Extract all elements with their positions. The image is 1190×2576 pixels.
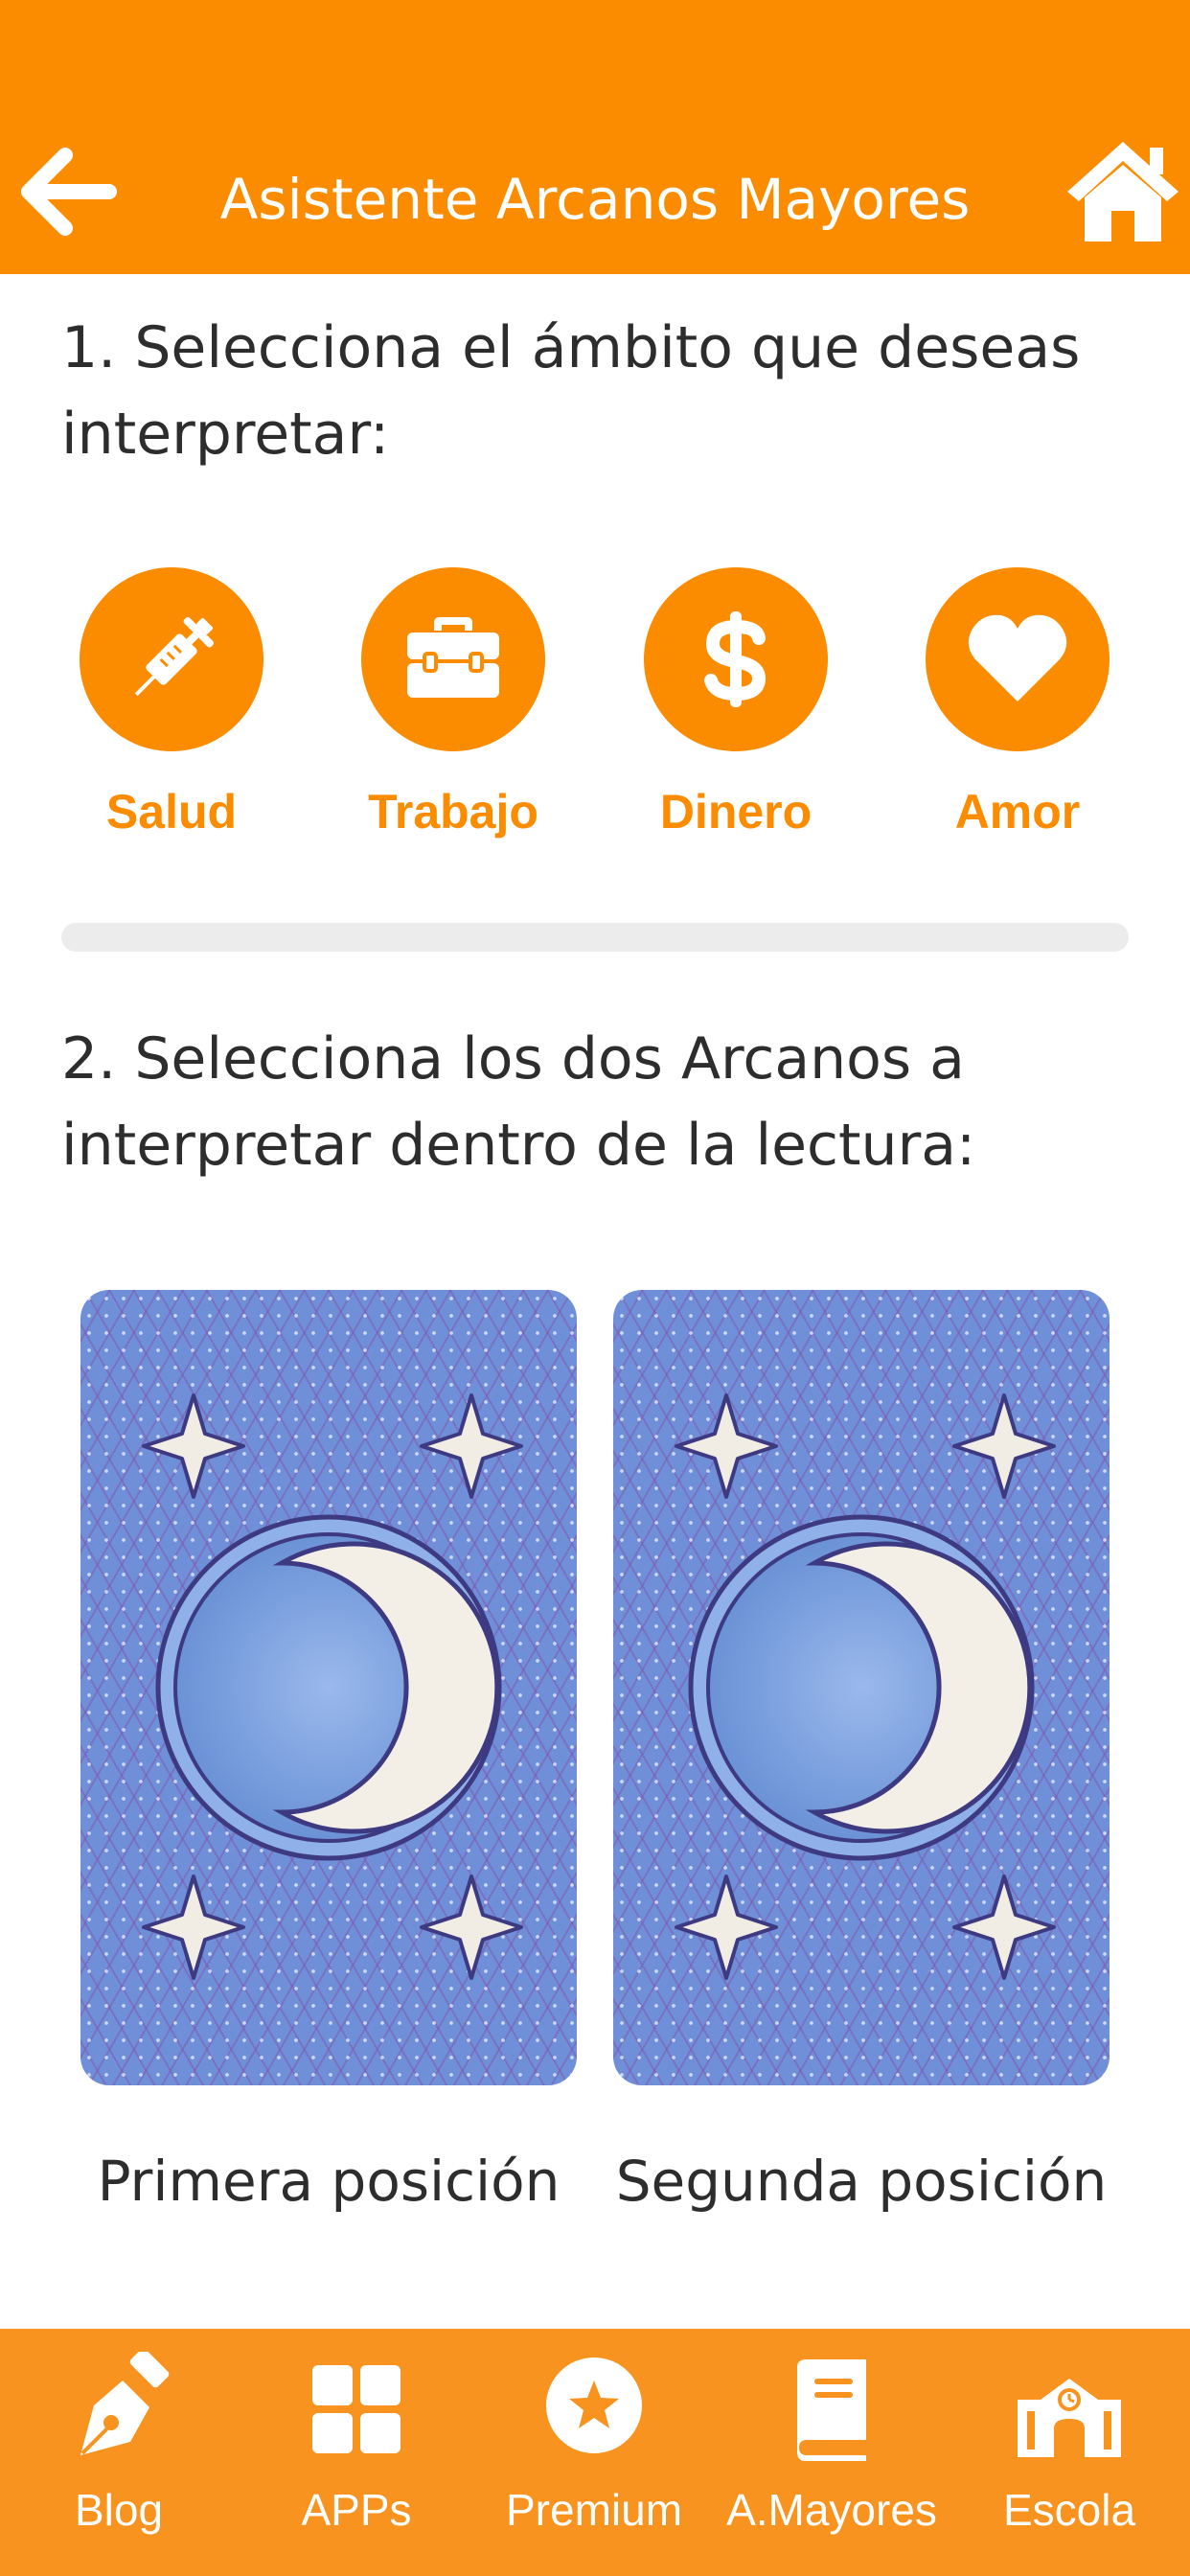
card-second-position[interactable]	[613, 1290, 1110, 2085]
first-position-label: Primera posición	[97, 2149, 561, 2214]
option-dinero[interactable]: Dinero	[621, 567, 851, 840]
section-divider	[61, 923, 1129, 952]
back-button[interactable]	[10, 134, 125, 249]
option-trabajo[interactable]: Trabajo	[338, 567, 568, 840]
nav-premium-label: Premium	[505, 2485, 683, 2535]
option-dinero-label: Dinero	[659, 785, 812, 839]
option-dinero-circle[interactable]	[644, 567, 828, 751]
option-salud-label: Salud	[105, 785, 238, 839]
grid-icon	[312, 2365, 400, 2453]
moon-stars-card-back	[142, 1393, 523, 1980]
book-icon	[797, 2359, 866, 2461]
nav-amayores[interactable]: A.Mayores	[713, 2329, 950, 2576]
option-amor[interactable]: Amor	[903, 567, 1133, 840]
star-circle-icon	[546, 2358, 642, 2453]
moon-stars-card-back	[675, 1393, 1056, 1980]
step-two-instruction: 2. Selecciona los dos Arcanos a interpre…	[61, 1025, 976, 1179]
home-button[interactable]	[1062, 134, 1184, 249]
dollar-icon	[704, 611, 767, 707]
option-trabajo-label: Trabajo	[368, 785, 538, 839]
nav-blog-label: Blog	[74, 2485, 164, 2535]
bottom-navigation: Blog APPs Premium A.Mayores Escola	[0, 2329, 1190, 2576]
option-trabajo-circle[interactable]	[361, 567, 545, 751]
nav-apps-label: APPs	[301, 2485, 412, 2535]
option-amor-label: Amor	[954, 785, 1081, 839]
nav-escola-label: Escola	[1002, 2485, 1136, 2535]
syringe-icon	[134, 616, 215, 697]
page-title: Asistente Arcanos Mayores	[219, 167, 971, 232]
second-position-label: Segunda posición	[615, 2149, 1108, 2214]
nav-apps[interactable]: APPs	[238, 2329, 475, 2576]
step-one-instruction: 1. Selecciona el ámbito que deseas inter…	[61, 314, 1081, 468]
home-icon	[1067, 142, 1179, 242]
heart-icon	[968, 614, 1067, 702]
nav-amayores-label: A.Mayores	[726, 2485, 937, 2535]
top-app-bar: Asistente Arcanos Mayores	[0, 0, 1190, 274]
nav-premium[interactable]: Premium	[475, 2329, 713, 2576]
card-first-position[interactable]	[80, 1290, 577, 2085]
pen-nib-icon	[80, 2352, 170, 2455]
school-icon	[1018, 2379, 1121, 2457]
scope-options: Salud Trabajo Dinero Amor	[0, 567, 1190, 855]
option-salud-circle[interactable]	[80, 567, 263, 751]
toolbox-icon	[407, 617, 499, 698]
option-salud[interactable]: Salud	[57, 567, 286, 840]
option-amor-circle[interactable]	[926, 567, 1110, 751]
nav-escola[interactable]: Escola	[950, 2329, 1188, 2576]
nav-blog[interactable]: Blog	[0, 2329, 238, 2576]
arrow-left-icon	[21, 148, 117, 236]
